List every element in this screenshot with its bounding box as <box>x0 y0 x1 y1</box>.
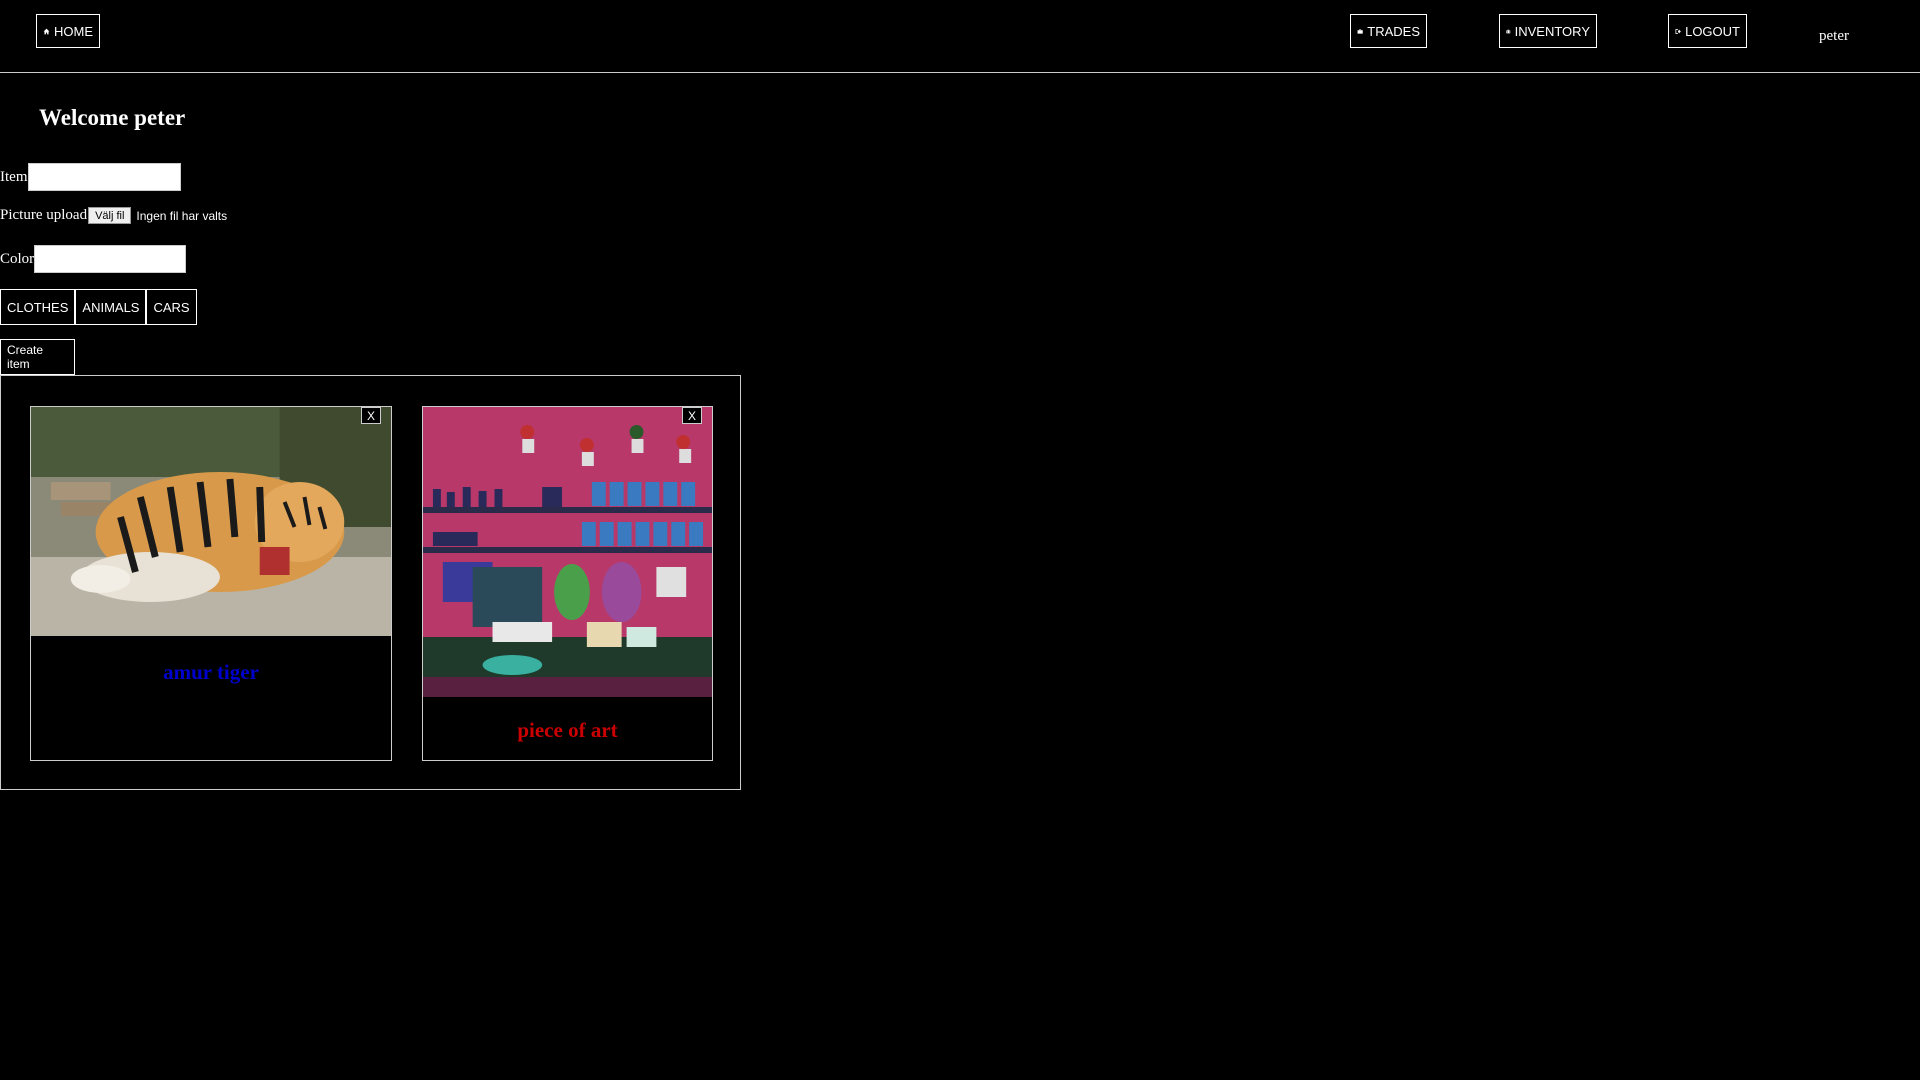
trades-button[interactable]: TRADES <box>1350 14 1427 48</box>
suitcase-icon <box>1506 29 1511 33</box>
picture-upload-label: Picture upload <box>0 207 88 223</box>
choose-file-button[interactable]: Välj fil <box>88 207 132 224</box>
item-row: Item <box>0 163 181 191</box>
category-cars-button[interactable]: CARS <box>146 289 197 325</box>
logout-icon <box>1675 28 1681 34</box>
tiger-photo <box>31 407 391 636</box>
trades-label: TRADES <box>1367 23 1420 39</box>
color-row: Color <box>0 245 187 273</box>
category-clothes-button[interactable]: CLOTHES <box>0 289 76 325</box>
inventory-label: INVENTORY <box>1514 23 1590 39</box>
color-input[interactable] <box>34 245 187 273</box>
category-animals-button[interactable]: ANIMALS <box>75 289 147 325</box>
create-item-button[interactable]: Create item <box>0 339 75 375</box>
logout-label: LOGOUT <box>1685 23 1740 39</box>
home-icon <box>43 28 50 34</box>
item-input[interactable] <box>27 163 181 191</box>
item-title: amur tiger <box>163 660 259 684</box>
picture-upload-row: Picture upload Välj fil Ingen fil har va… <box>0 207 227 224</box>
home-label: HOME <box>54 23 93 39</box>
shop-illustration <box>423 407 712 697</box>
inventory-button[interactable]: INVENTORY <box>1499 14 1597 48</box>
item-card[interactable]: X piece of art <box>422 406 713 761</box>
item-title: piece of art <box>517 718 618 742</box>
briefcase-icon <box>1357 28 1363 34</box>
welcome-heading: Welcome peter <box>39 105 186 130</box>
logout-button[interactable]: LOGOUT <box>1668 14 1747 48</box>
category-buttons: CLOTHES ANIMALS CARS <box>0 289 197 325</box>
remove-item-button[interactable]: X <box>682 407 702 424</box>
username-label: peter <box>1819 28 1849 44</box>
item-card[interactable]: X amur tiger <box>30 406 392 761</box>
remove-item-button[interactable]: X <box>361 407 381 424</box>
top-navbar: HOME TRADES INVENTORY LOGOUT peter <box>0 0 1920 73</box>
color-label: Color <box>0 250 35 267</box>
item-label: Item <box>0 168 28 185</box>
items-panel: X amur tiger X piece of art <box>0 375 741 790</box>
file-status-text: Ingen fil har valts <box>136 208 228 223</box>
home-button[interactable]: HOME <box>36 14 100 48</box>
